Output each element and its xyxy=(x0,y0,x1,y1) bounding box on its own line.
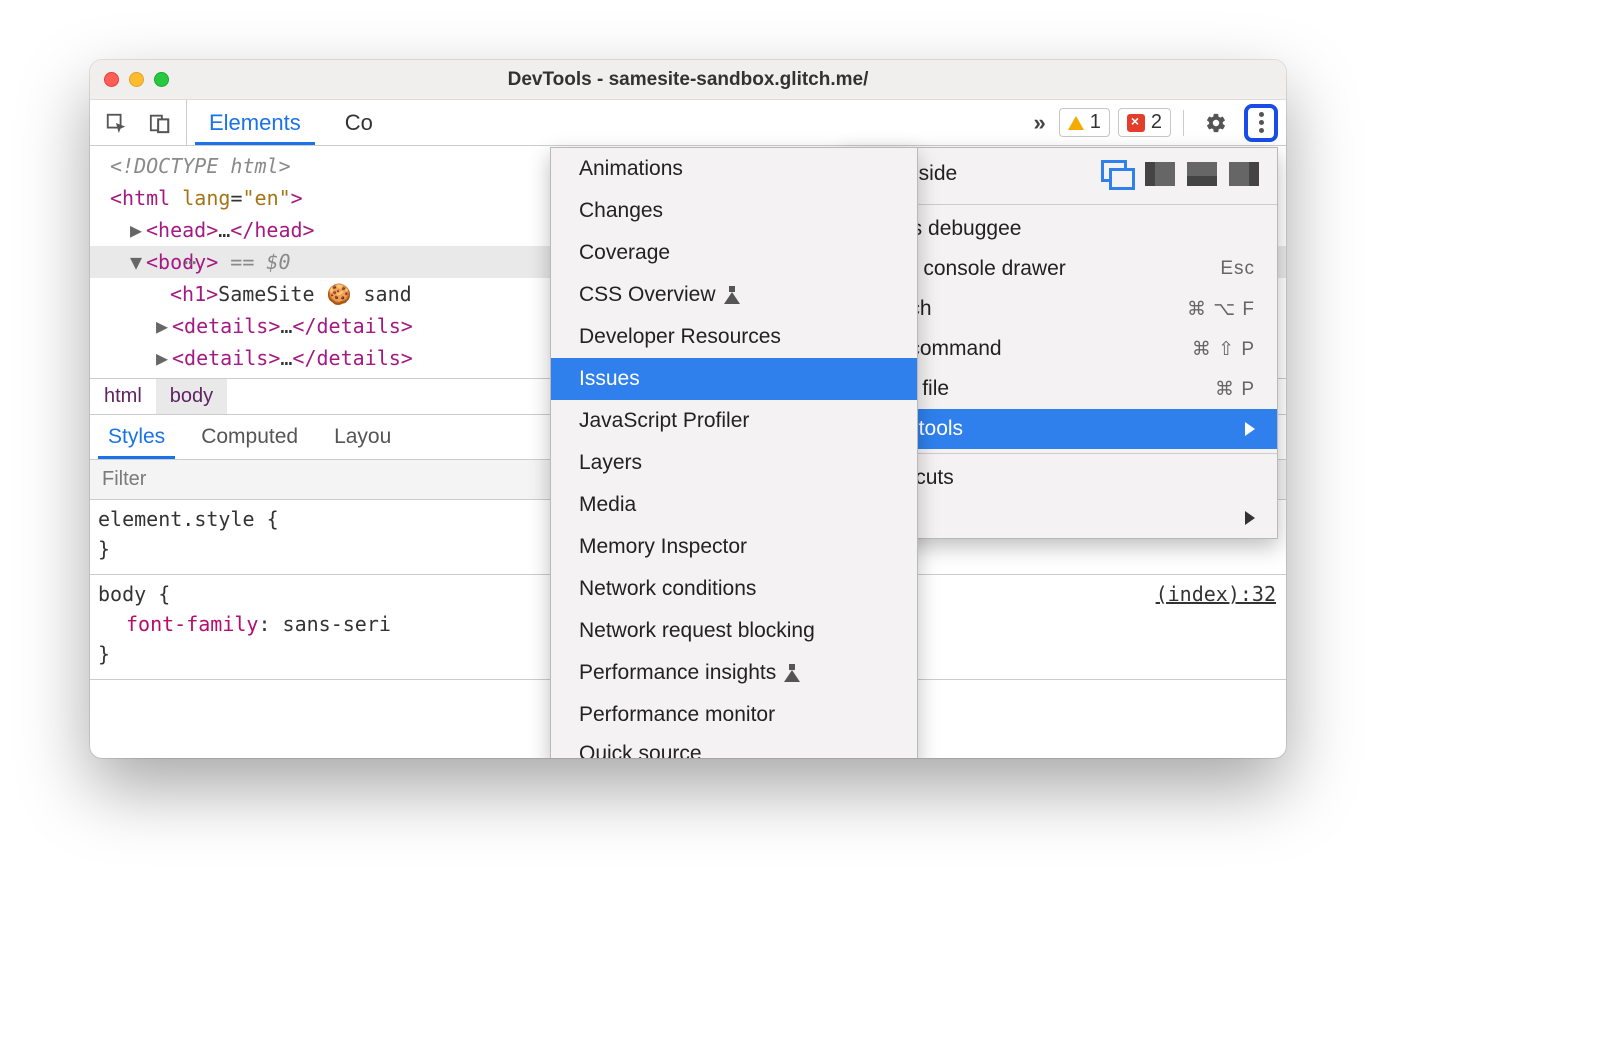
expand-icon[interactable]: ▶ xyxy=(156,310,172,342)
tab-computed[interactable]: Computed xyxy=(183,415,316,459)
inspect-element-icon[interactable] xyxy=(96,103,136,143)
submenu-network-conditions[interactable]: Network conditions xyxy=(551,568,917,610)
zoom-window-icon[interactable] xyxy=(154,72,169,87)
dock-right-icon[interactable] xyxy=(1229,162,1259,186)
dock-left-icon[interactable] xyxy=(1145,162,1175,186)
submenu-animations[interactable]: Animations xyxy=(551,148,917,190)
errors-badge[interactable]: 2 xyxy=(1118,108,1171,137)
submenu-memory-inspector[interactable]: Memory Inspector xyxy=(551,526,917,568)
experiment-icon xyxy=(724,286,740,304)
submenu-performance-insights[interactable]: Performance insights xyxy=(551,652,917,694)
submenu-arrow-icon xyxy=(1245,511,1255,525)
devtools-window: DevTools - samesite-sandbox.glitch.me/ xyxy=(90,60,1286,758)
more-tools-submenu: Animations Changes Coverage CSS Overview… xyxy=(550,147,918,758)
dom-doctype: <!DOCTYPE html> xyxy=(110,154,291,178)
submenu-changes[interactable]: Changes xyxy=(551,190,917,232)
more-tabs-icon[interactable]: » xyxy=(1024,110,1051,136)
dock-undock-icon[interactable] xyxy=(1103,162,1133,186)
submenu-quick-source[interactable]: Quick source xyxy=(551,736,917,758)
more-options-button[interactable] xyxy=(1244,104,1278,142)
warnings-badge[interactable]: 1 xyxy=(1059,108,1110,137)
submenu-developer-resources[interactable]: Developer Resources xyxy=(551,316,917,358)
error-icon xyxy=(1127,114,1145,132)
breadcrumb-html[interactable]: html xyxy=(90,379,156,414)
breadcrumb-body[interactable]: body xyxy=(156,379,227,414)
tab-styles[interactable]: Styles xyxy=(90,415,183,459)
tab-elements[interactable]: Elements xyxy=(187,100,323,145)
warning-icon xyxy=(1068,116,1084,130)
submenu-arrow-icon xyxy=(1245,422,1255,436)
submenu-network-request-blocking[interactable]: Network request blocking xyxy=(551,610,917,652)
expand-icon[interactable]: ▶ xyxy=(156,342,172,374)
dock-bottom-icon[interactable] xyxy=(1187,162,1217,186)
settings-icon[interactable] xyxy=(1196,103,1236,143)
submenu-issues[interactable]: Issues xyxy=(551,358,917,400)
tab-console-truncated[interactable]: Co xyxy=(323,100,395,145)
traffic-lights xyxy=(90,72,169,87)
submenu-layers[interactable]: Layers xyxy=(551,442,917,484)
tab-layout-truncated[interactable]: Layou xyxy=(316,415,409,459)
submenu-performance-monitor[interactable]: Performance monitor xyxy=(551,694,917,736)
window-title: DevTools - samesite-sandbox.glitch.me/ xyxy=(90,69,1286,91)
collapse-icon[interactable]: ▼ xyxy=(130,246,146,278)
submenu-css-overview[interactable]: CSS Overview xyxy=(551,274,917,316)
titlebar: DevTools - samesite-sandbox.glitch.me/ xyxy=(90,60,1286,100)
style-source-link[interactable]: (index):32 xyxy=(1156,579,1276,609)
minimize-window-icon[interactable] xyxy=(129,72,144,87)
experiment-icon xyxy=(784,664,800,682)
errors-count: 2 xyxy=(1151,111,1162,134)
submenu-coverage[interactable]: Coverage xyxy=(551,232,917,274)
submenu-javascript-profiler[interactable]: JavaScript Profiler xyxy=(551,400,917,442)
warnings-count: 1 xyxy=(1090,111,1101,134)
device-toolbar-icon[interactable] xyxy=(140,103,180,143)
close-window-icon[interactable] xyxy=(104,72,119,87)
expand-icon[interactable]: ▶ xyxy=(130,214,146,246)
submenu-media[interactable]: Media xyxy=(551,484,917,526)
toolbar: Elements Co » 1 2 xyxy=(90,100,1286,146)
